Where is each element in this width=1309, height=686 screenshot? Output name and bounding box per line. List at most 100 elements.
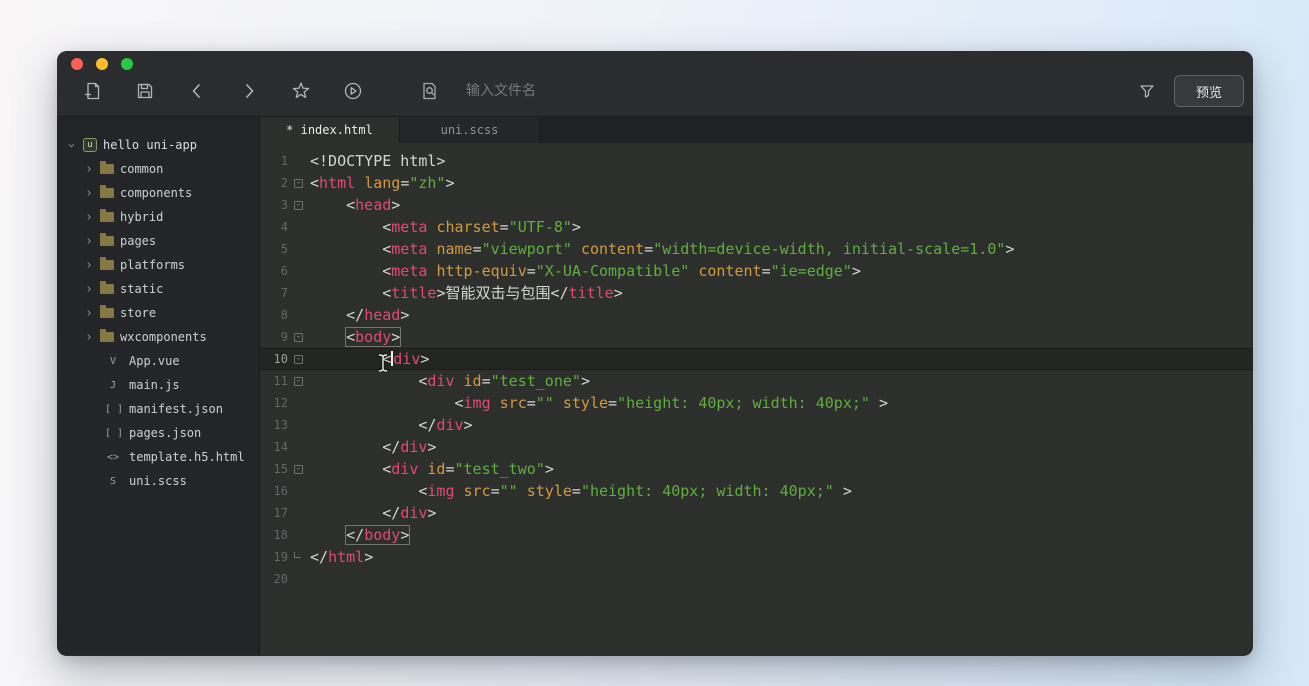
code-line-8[interactable]: 8 </head>	[260, 304, 1253, 326]
line-number: 10	[273, 352, 288, 366]
chevron-right-icon: ›	[85, 281, 93, 297]
code-line-1[interactable]: 1 <!DOCTYPE html>	[260, 150, 1253, 172]
folder-name: pages	[120, 234, 157, 248]
folder-icon	[100, 257, 114, 270]
sidebar-folder-platforms[interactable]: › platforms	[57, 253, 259, 277]
folder-icon	[100, 185, 114, 198]
sidebar-folder-pages[interactable]: › pages	[57, 229, 259, 253]
chevron-right-icon: ›	[85, 305, 93, 321]
fold-collapse-icon: -	[294, 199, 303, 210]
file-type-icon: J	[109, 379, 117, 391]
sidebar-folder-wxcomponents[interactable]: › wxcomponents	[57, 325, 259, 349]
code-text: < div>	[310, 350, 430, 368]
fold-collapse-icon: -	[294, 463, 303, 474]
toolbar-right: 预览	[1134, 75, 1253, 107]
code-text: </html>	[310, 548, 374, 566]
code-text: <meta http-equiv="X-UA-Compatible" conte…	[310, 262, 861, 280]
code-line-18[interactable]: 18 </body>	[260, 524, 1253, 546]
line-number: 4	[280, 220, 288, 234]
line-number: 14	[273, 440, 288, 454]
sidebar-folder-components[interactable]: › components	[57, 181, 259, 205]
sidebar-root-item[interactable]: › u hello uni-app	[57, 133, 259, 157]
filter-button[interactable]	[1134, 78, 1160, 104]
new-file-icon	[84, 82, 100, 100]
code-line-5[interactable]: 5 <meta name="viewport" content="width=d…	[260, 238, 1253, 260]
line-number: 6	[280, 264, 288, 278]
code-text: <div id="test_two">	[310, 460, 554, 478]
sidebar-file-template.h5.html[interactable]: <> template.h5.html	[57, 445, 259, 469]
code-line-20[interactable]: 20	[260, 568, 1253, 590]
fold-marker[interactable]: -	[288, 370, 310, 392]
line-number: 11	[273, 374, 288, 388]
file-type-icon: [ ]	[105, 403, 124, 415]
gutter-spacer	[288, 524, 310, 546]
code-text: </div>	[310, 438, 437, 456]
fold-marker[interactable]: -	[288, 194, 310, 216]
code-text: <meta charset="UTF-8">	[310, 218, 581, 236]
sidebar-file-App.vue[interactable]: V App.vue	[57, 349, 259, 373]
code-line-19[interactable]: 19 </html>	[260, 546, 1253, 568]
code-line-14[interactable]: 14 </div>	[260, 436, 1253, 458]
line-number: 17	[273, 506, 288, 520]
preview-button[interactable]: 预览	[1174, 75, 1244, 107]
fold-marker[interactable]: -	[288, 326, 310, 348]
sidebar-file-uni.scss[interactable]: Suni.scss	[57, 469, 259, 493]
code-text: <img src="" style="height: 40px; width: …	[310, 482, 852, 500]
project-name: hello uni-app	[103, 138, 197, 152]
file-type-icon: S	[109, 475, 117, 487]
tab-uni.scss[interactable]: uni.scss	[400, 117, 540, 143]
fold-marker[interactable]: -	[288, 348, 310, 370]
line-number: 8	[280, 308, 288, 322]
code-line-13[interactable]: 13 </div>	[260, 414, 1253, 436]
back-button[interactable]	[184, 78, 210, 104]
run-icon	[344, 82, 362, 100]
code-line-3[interactable]: 3- <head>	[260, 194, 1253, 216]
code-line-17[interactable]: 17 </div>	[260, 502, 1253, 524]
line-number: 16	[273, 484, 288, 498]
code-line-4[interactable]: 4 <meta charset="UTF-8">	[260, 216, 1253, 238]
sidebar-folder-common[interactable]: › common	[57, 157, 259, 181]
tab-bar: * index.html uni.scss	[260, 117, 1253, 143]
fold-marker[interactable]: -	[288, 172, 310, 194]
code-line-9[interactable]: 9- <body>	[260, 326, 1253, 348]
favorite-button[interactable]	[288, 78, 314, 104]
tab-index.html[interactable]: * index.html	[260, 117, 400, 143]
code-line-12[interactable]: 12 <img src="" style="height: 40px; widt…	[260, 392, 1253, 414]
sidebar-folder-static[interactable]: › static	[57, 277, 259, 301]
code-line-6[interactable]: 6 <meta http-equiv="X-UA-Compatible" con…	[260, 260, 1253, 282]
sidebar-folder-store[interactable]: › store	[57, 301, 259, 325]
sidebar-file-manifest.json[interactable]: [ ] manifest.json	[57, 397, 259, 421]
project-icon: u	[83, 138, 97, 152]
run-button[interactable]	[340, 78, 366, 104]
code-text: <body>	[310, 326, 400, 348]
sidebar-file-main.js[interactable]: Jmain.js	[57, 373, 259, 397]
new-file-button[interactable]	[80, 78, 106, 104]
gutter-spacer	[288, 568, 310, 590]
code-line-11[interactable]: 11- <div id="test_one">	[260, 370, 1253, 392]
file-type-icon: [ ]	[105, 427, 124, 439]
chevron-right-icon: ›	[85, 257, 93, 273]
forward-button[interactable]	[236, 78, 262, 104]
file-name: uni.scss	[129, 474, 187, 488]
folder-name: platforms	[120, 258, 186, 272]
save-button[interactable]	[132, 78, 158, 104]
line-number: 5	[280, 242, 288, 256]
code-text: <title>智能双击与包围</title>	[310, 284, 623, 302]
code-line-15[interactable]: 15- <div id="test_two">	[260, 458, 1253, 480]
code-line-7[interactable]: 7 <title>智能双击与包围</title>	[260, 282, 1253, 304]
sidebar-file-pages.json[interactable]: [ ] pages.json	[57, 421, 259, 445]
file-type-icon: V	[109, 355, 117, 367]
code-line-10[interactable]: 10- < div>	[260, 348, 1253, 370]
file-search-icon	[423, 82, 436, 100]
line-number: 20	[273, 572, 288, 586]
gutter-spacer	[288, 260, 310, 282]
code-editor: 1 <!DOCTYPE html> 2- <html lang="zh"> 3- <he…	[260, 143, 1253, 655]
filename-search-input[interactable]	[460, 83, 1020, 99]
toolbar: 预览	[57, 69, 1253, 113]
gutter-spacer	[288, 480, 310, 502]
fold-marker[interactable]: -	[288, 458, 310, 480]
chevron-right-icon: ›	[85, 161, 93, 177]
code-line-16[interactable]: 16 <img src="" style="height: 40px; widt…	[260, 480, 1253, 502]
code-line-2[interactable]: 2- <html lang="zh">	[260, 172, 1253, 194]
sidebar-folder-hybrid[interactable]: › hybrid	[57, 205, 259, 229]
